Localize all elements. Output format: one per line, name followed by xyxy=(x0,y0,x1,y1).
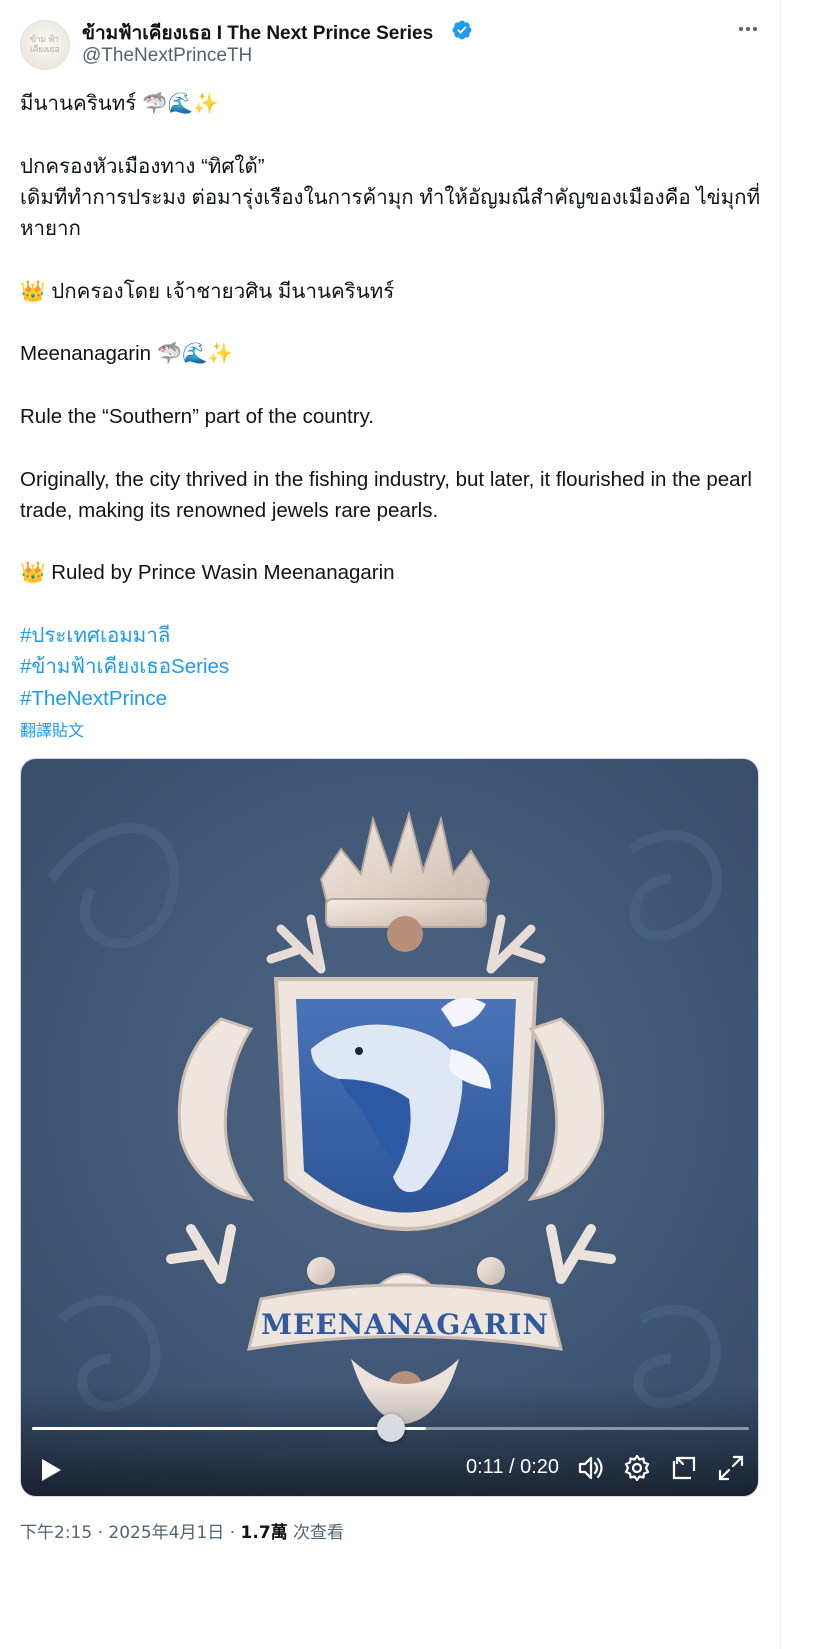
video-progress-bar[interactable] xyxy=(32,1414,749,1442)
hashtag-link[interactable]: #ข้ามฟ้าเคียงเธอSeries xyxy=(20,651,765,682)
volume-icon[interactable] xyxy=(576,1453,606,1483)
post-text: มีนานครินทร์ 🦈🌊✨ ปกครองหัวเมืองทาง “ทิศใ… xyxy=(20,88,765,714)
video-progress-fill xyxy=(32,1427,427,1430)
crown xyxy=(319,810,491,928)
post-line xyxy=(20,307,765,338)
avatar[interactable]: ข้าม ฟ้า เคียงเธอ xyxy=(20,20,70,70)
author-display-name[interactable]: ข้ามฟ้าเคียงเธอ I The Next Prince Series xyxy=(82,18,433,48)
post-line xyxy=(20,432,765,463)
more-dot-icon xyxy=(739,27,743,31)
post-date[interactable]: 2025年4月1日 xyxy=(108,1523,224,1543)
post-line: มีนานครินทร์ 🦈🌊✨ xyxy=(20,92,219,115)
play-icon[interactable] xyxy=(35,1455,65,1485)
fullscreen-icon[interactable] xyxy=(716,1453,746,1483)
banner-text: MEENANAGARIN xyxy=(261,1308,549,1341)
translate-post-link[interactable]: 翻譯貼文 xyxy=(20,717,84,741)
post-line: เดิมทีทำการประมง ต่อมารุ่งเรืองในการค้าม… xyxy=(20,185,761,241)
post-time[interactable]: 下午2:15 xyxy=(20,1523,92,1543)
post-line xyxy=(20,526,765,557)
video-player[interactable]: MEENANAGARIN 0:11 / 0:20 xyxy=(20,758,759,1497)
column-divider xyxy=(780,0,781,1649)
gear-icon[interactable] xyxy=(622,1453,652,1483)
author-handle[interactable]: @TheNextPrinceTH xyxy=(82,45,252,67)
video-scrub-handle[interactable] xyxy=(376,1414,405,1442)
meta-separator: · xyxy=(92,1523,109,1543)
post-line xyxy=(20,370,765,401)
verified-badge-icon xyxy=(452,20,472,40)
hashtag-link[interactable]: #ประเทศเอมมาลี xyxy=(20,620,765,651)
post-line: 👑 ปกครองโดย เจ้าชายวศิน มีนานครินทร์ xyxy=(20,279,395,303)
post-line: Meenanagarin 🦈🌊✨ xyxy=(20,342,234,366)
meta-separator: · xyxy=(224,1523,241,1543)
more-options-button[interactable] xyxy=(735,16,761,42)
views-count: 1.7萬 xyxy=(240,1523,288,1543)
post-line xyxy=(20,589,765,620)
hashtag-link[interactable]: #TheNextPrince xyxy=(20,683,765,714)
post-line: Rule the “Southern” part of the country. xyxy=(20,404,375,428)
avatar-logo-icon: ข้าม ฟ้า เคียงเธอ xyxy=(30,35,60,55)
post-line: ปกครองหัวเมืองทาง “ทิศใต้” xyxy=(20,154,265,178)
post-line xyxy=(20,119,765,150)
post-meta: 下午2:15 · 2025年4月1日 · 1.7萬 次查看 xyxy=(20,1518,344,1543)
post-header: ข้าม ฟ้า เคียงเธอ ข้ามฟ้าเคียงเธอ I The N… xyxy=(20,14,765,74)
more-dot-icon xyxy=(746,27,750,31)
more-dot-icon xyxy=(753,27,757,31)
video-time: 0:11 / 0:20 xyxy=(466,1456,560,1478)
post-line: 👑 Ruled by Prince Wasin Meenanagarin xyxy=(20,561,395,585)
post-line xyxy=(20,244,765,275)
views-label: 次查看 xyxy=(287,1523,345,1543)
post-line: Originally, the city thrived in the fish… xyxy=(20,467,752,522)
dock-icon[interactable] xyxy=(669,1453,699,1483)
